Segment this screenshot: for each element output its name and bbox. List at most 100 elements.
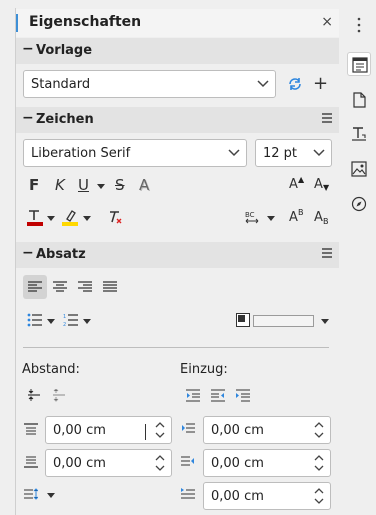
svg-text:1: 1 (63, 314, 66, 320)
divider (23, 347, 329, 348)
superscript-marker-icon: B (298, 208, 304, 217)
grow-font-button[interactable]: A (289, 177, 298, 192)
indent-label: Einzug: (180, 362, 228, 377)
before-indent-value: 0,00 cm (211, 423, 264, 438)
line-spacing-dropdown-arrow-icon[interactable] (47, 493, 55, 498)
above-spacing-field[interactable]: 0,00 cm (45, 416, 172, 444)
line-spacing-icon[interactable] (24, 488, 38, 502)
align-center-icon[interactable] (53, 281, 67, 293)
styles-icon (352, 127, 366, 141)
chevron-down-icon (313, 149, 325, 157)
first-line-indent-icon (181, 488, 195, 499)
align-left-icon (28, 281, 42, 292)
increase-spacing-icon[interactable] (27, 389, 41, 402)
tab-properties[interactable] (347, 52, 371, 76)
section-title-vorlage: Vorlage (36, 43, 93, 58)
section-title-zeichen: Zeichen (36, 112, 94, 127)
font-size-value: 12 pt (263, 146, 298, 161)
sidebar-title-bar: Eigenschaften × (16, 9, 339, 37)
highlight-color-icon[interactable] (61, 209, 79, 227)
bullet-list-dropdown-arrow-icon[interactable] (47, 319, 55, 324)
sidebar-tabbar (341, 8, 376, 515)
numbered-list-dropdown-arrow-icon[interactable] (83, 319, 91, 324)
font-name-dropdown[interactable]: Liberation Serif (23, 139, 247, 167)
shadow-button[interactable]: A (139, 176, 149, 194)
stepper-arrows-icon[interactable] (155, 421, 165, 439)
font-color-dropdown-arrow-icon[interactable] (47, 216, 55, 221)
clear-formatting-icon[interactable] (107, 209, 123, 225)
page-icon (353, 92, 366, 108)
hanging-indent-icon[interactable] (236, 389, 250, 402)
paragraph-style-dropdown[interactable]: Standard (23, 70, 276, 98)
text-cursor (145, 424, 146, 440)
above-paragraph-spacing-icon (24, 423, 38, 435)
stepper-arrows-icon[interactable] (314, 454, 324, 472)
paragraph-style-value: Standard (31, 77, 91, 92)
tab-styles[interactable] (347, 122, 371, 146)
character-spacing-icon[interactable]: BC (245, 210, 263, 226)
stepper-arrows-icon[interactable] (314, 487, 324, 505)
strikethrough-button[interactable]: S (115, 176, 125, 194)
chevron-down-icon (228, 149, 240, 157)
subscript-marker-icon: B (323, 217, 329, 226)
increase-indent-icon[interactable] (186, 389, 200, 402)
collapse-vorlage-icon[interactable]: − (22, 41, 34, 57)
properties-icon (352, 57, 368, 73)
before-indent-field[interactable]: 0,00 cm (203, 416, 331, 444)
underline-button[interactable]: U (78, 176, 89, 194)
tab-navigator[interactable] (347, 192, 371, 216)
more-options-icon[interactable] (321, 113, 333, 123)
background-color-swatch[interactable] (253, 315, 314, 327)
tab-page[interactable] (347, 88, 371, 112)
below-paragraph-spacing-icon (24, 456, 38, 468)
sidebar-menu-icon[interactable] (357, 17, 361, 33)
align-right-icon[interactable] (78, 281, 92, 293)
italic-button[interactable]: K (55, 176, 65, 194)
unordered-list-icon[interactable] (27, 313, 43, 327)
align-justify-icon[interactable] (103, 281, 117, 293)
superscript-button[interactable]: A (289, 210, 298, 225)
collapse-absatz-icon[interactable]: − (22, 245, 34, 261)
underline-dropdown-arrow-icon[interactable] (97, 184, 105, 189)
update-style-icon[interactable] (287, 76, 303, 92)
spacing-label: Abstand: (22, 362, 80, 377)
bold-button[interactable]: F (29, 176, 39, 194)
first-line-indent-value: 0,00 cm (211, 489, 264, 504)
collapse-zeichen-icon[interactable]: − (22, 110, 34, 126)
section-header-vorlage[interactable]: − Vorlage (16, 38, 339, 64)
shrink-font-button[interactable]: A (314, 177, 323, 192)
align-left-button[interactable] (23, 275, 47, 299)
below-spacing-value: 0,00 cm (53, 456, 106, 471)
highlight-dropdown-arrow-icon[interactable] (83, 216, 91, 221)
stepper-arrows-icon[interactable] (155, 454, 165, 472)
background-dropdown-arrow-icon[interactable] (321, 319, 329, 324)
svg-text:2: 2 (63, 322, 66, 327)
tab-gallery[interactable] (347, 157, 371, 181)
spacing-dropdown-arrow-icon[interactable] (267, 216, 275, 221)
font-name-value: Liberation Serif (31, 146, 131, 161)
after-text-indent-icon (181, 456, 194, 466)
subscript-button[interactable]: A (314, 210, 323, 225)
font-size-dropdown[interactable]: 12 pt (255, 139, 332, 167)
gallery-icon (351, 161, 367, 177)
below-spacing-field[interactable]: 0,00 cm (45, 449, 172, 477)
above-spacing-value: 0,00 cm (53, 423, 106, 438)
after-indent-value: 0,00 cm (211, 456, 264, 471)
stepper-arrows-icon[interactable] (314, 421, 324, 439)
navigator-icon (351, 196, 367, 212)
close-sidebar-button[interactable]: × (321, 14, 333, 30)
more-options-icon[interactable] (321, 248, 333, 258)
section-header-zeichen[interactable]: − Zeichen (16, 107, 339, 133)
paragraph-background-icon[interactable] (236, 313, 250, 327)
decrease-spacing-icon[interactable] (52, 389, 66, 402)
section-header-absatz[interactable]: − Absatz (16, 242, 339, 268)
grow-arrow-icon: ▲ (298, 175, 305, 184)
decrease-indent-icon[interactable] (211, 389, 225, 402)
after-indent-field[interactable]: 0,00 cm (203, 449, 331, 477)
font-color-icon[interactable] (26, 209, 44, 227)
svg-text:BC: BC (245, 211, 255, 219)
before-text-indent-icon (182, 423, 195, 433)
first-line-indent-field[interactable]: 0,00 cm (203, 482, 331, 510)
ordered-list-icon[interactable]: 1 2 (63, 313, 79, 327)
new-style-button[interactable]: + (313, 73, 328, 94)
